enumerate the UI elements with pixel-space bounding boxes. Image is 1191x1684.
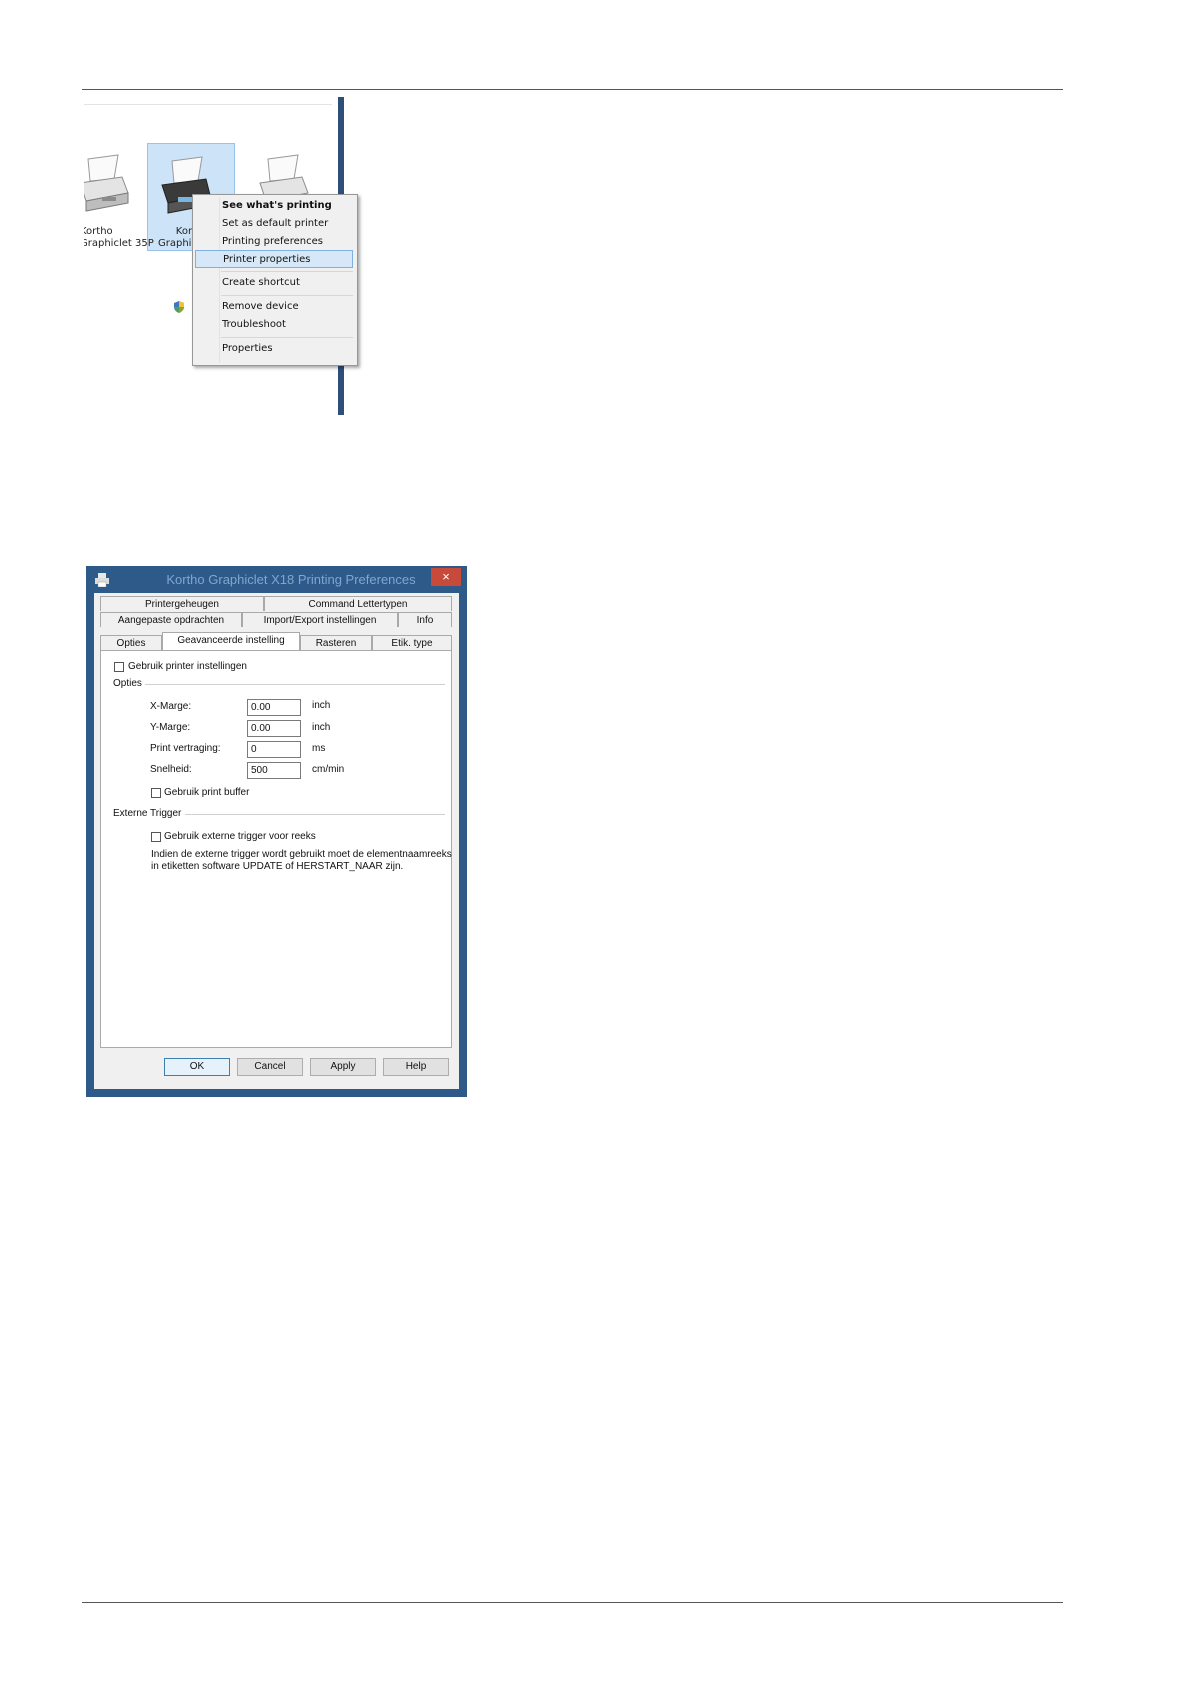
external-trigger-group-label: Externe Trigger	[113, 808, 182, 819]
help-button[interactable]: Help	[383, 1058, 449, 1076]
use-print-buffer-checkbox[interactable]	[151, 788, 161, 798]
use-printer-settings-label: Gebruik printer instellingen	[128, 661, 247, 672]
menu-separator	[221, 337, 353, 338]
use-printer-settings-checkbox[interactable]	[114, 662, 124, 672]
tab-rasteren[interactable]: Rasteren	[300, 635, 372, 650]
tab-panel: Gebruik printer instellingen Opties X-Ma…	[100, 650, 452, 1048]
device-name-line2: Graphic	[158, 238, 196, 249]
header-rule	[82, 89, 1063, 90]
speed-label: Snelheid:	[150, 764, 192, 775]
context-menu: See what's printing Set as default print…	[174, 194, 358, 366]
divider	[84, 104, 332, 105]
tab-import-export[interactable]: Import/Export instellingen	[242, 612, 398, 627]
tab-opties[interactable]: Opties	[100, 635, 162, 650]
printer-icon[interactable]	[84, 153, 134, 217]
speed-unit: cm/min	[312, 764, 345, 775]
y-margin-label: Y-Marge:	[150, 722, 191, 733]
tab-geavanceerde-instelling[interactable]: Geavanceerde instelling	[162, 632, 300, 650]
trigger-note-line1: Indien de externe trigger wordt gebruikt…	[151, 849, 452, 860]
device-name-line1: Kort	[175, 226, 196, 237]
menu-item-remove-device[interactable]: Remove device	[174, 298, 353, 316]
menu-item-label: Remove device	[222, 301, 299, 312]
ok-button[interactable]: OK	[164, 1058, 230, 1076]
device-label: Kortho Graphiclet 35P	[84, 226, 154, 250]
menu-item-see-whats-printing[interactable]: See what's printing	[195, 197, 353, 215]
footer-rule	[82, 1602, 1063, 1603]
tab-command-lettertypen[interactable]: Command Lettertypen	[264, 596, 452, 611]
x-margin-field[interactable]: 0.00	[247, 699, 301, 716]
cancel-button[interactable]: Cancel	[237, 1058, 303, 1076]
shield-icon	[174, 301, 184, 313]
print-delay-field[interactable]: 0	[247, 741, 301, 758]
group-divider	[185, 814, 445, 815]
tab-printergeheugen[interactable]: Printergeheugen	[100, 596, 264, 611]
device-label: Kort Graphic	[158, 226, 196, 250]
menu-item-troubleshoot[interactable]: Troubleshoot	[195, 316, 353, 334]
menu-item-printer-properties[interactable]: Printer properties	[195, 250, 353, 268]
x-margin-unit: inch	[312, 700, 331, 711]
print-delay-unit: ms	[312, 743, 326, 754]
device-name-line2: Graphiclet 35P	[84, 238, 154, 249]
print-delay-label: Print vertraging:	[150, 743, 221, 754]
printer-icon	[95, 573, 109, 587]
dialog-title: Kortho Graphiclet X18 Printing Preferenc…	[166, 572, 416, 587]
tab-info[interactable]: Info	[398, 612, 452, 627]
y-margin-unit: inch	[312, 722, 331, 733]
options-group-label: Opties	[113, 678, 142, 689]
use-external-trigger-checkbox[interactable]	[151, 832, 161, 842]
dialog-body: Printergeheugen Command Lettertypen Aang…	[94, 593, 459, 1089]
menu-separator	[221, 271, 353, 272]
menu-item-properties[interactable]: Properties	[195, 340, 353, 358]
y-margin-field[interactable]: 0.00	[247, 720, 301, 737]
trigger-note-line2: in etiketten software UPDATE of HERSTART…	[151, 861, 404, 872]
printing-preferences-dialog: Kortho Graphiclet X18 Printing Preferenc…	[86, 566, 467, 1097]
menu-item-printing-preferences[interactable]: Printing preferences	[195, 233, 353, 251]
menu-item-create-shortcut[interactable]: Create shortcut	[195, 274, 353, 292]
device-name-line1: Kortho	[84, 226, 113, 237]
menu-item-set-default-printer[interactable]: Set as default printer	[195, 215, 353, 233]
title-bar: Kortho Graphiclet X18 Printing Preferenc…	[86, 566, 467, 592]
x-margin-label: X-Marge:	[150, 701, 192, 712]
apply-button[interactable]: Apply	[310, 1058, 376, 1076]
use-external-trigger-label: Gebruik externe trigger voor reeks	[164, 831, 316, 842]
group-divider	[145, 684, 445, 685]
speed-field[interactable]: 500	[247, 762, 301, 779]
menu-separator	[221, 295, 353, 296]
tab-aangepaste-opdrachten[interactable]: Aangepaste opdrachten	[100, 612, 242, 627]
tab-etik-type[interactable]: Etik. type	[372, 635, 452, 650]
close-button[interactable]: ×	[431, 568, 461, 586]
use-print-buffer-label: Gebruik print buffer	[164, 787, 250, 798]
